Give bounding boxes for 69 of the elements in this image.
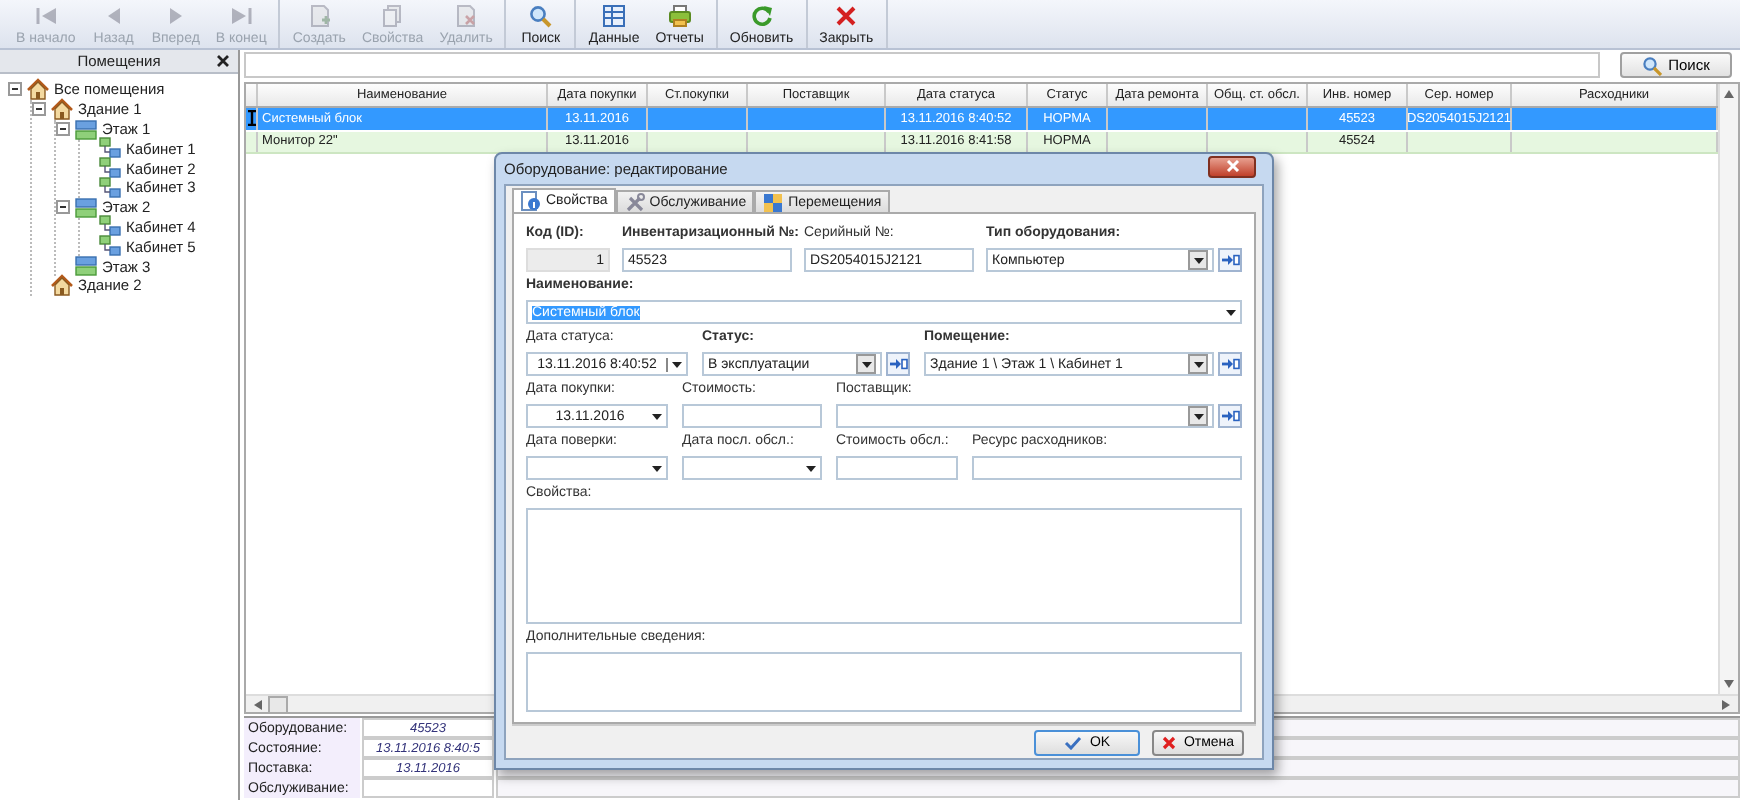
right-arrow-icon: [1722, 699, 1730, 709]
arrow-box-icon: [1221, 410, 1239, 422]
dropdown-button[interactable]: [1188, 406, 1208, 426]
dropdown-button[interactable]: [1188, 250, 1208, 270]
floor-icon: [74, 117, 98, 141]
collapse-icon[interactable]: [56, 200, 70, 215]
search-icon: [1642, 55, 1663, 75]
dropdown-button[interactable]: [1188, 354, 1208, 374]
tools-icon: [623, 191, 646, 213]
date-field[interactable]: [682, 456, 822, 480]
caret-icon: [1193, 361, 1203, 367]
caret-icon: [1226, 309, 1236, 315]
search-icon: [528, 3, 553, 27]
link-button[interactable]: [1218, 404, 1242, 428]
dropdown-button[interactable]: [856, 354, 876, 374]
caret-icon: [806, 465, 816, 471]
link-button[interactable]: [1218, 352, 1242, 376]
close-icon: [834, 3, 859, 27]
input-field[interactable]: [972, 456, 1242, 480]
house-icon: [50, 97, 74, 122]
arrow-box-icon: [1221, 254, 1239, 266]
collapse-icon[interactable]: [56, 121, 70, 136]
close-button[interactable]: [1208, 155, 1256, 177]
network-icon: [98, 156, 122, 181]
scroll-thumb[interactable]: [268, 695, 288, 713]
delete-document-icon: [454, 3, 479, 27]
add-document-icon: [307, 3, 332, 27]
network-icon: [98, 175, 122, 200]
house-icon: [50, 273, 74, 298]
skip-back-icon: [33, 3, 58, 27]
close-icon: [1225, 160, 1239, 172]
check-icon: [1063, 735, 1082, 749]
summary-cell: [362, 778, 494, 798]
network-icon: [98, 214, 122, 239]
network-icon: [98, 234, 122, 259]
input-field[interactable]: [682, 404, 822, 428]
left-arrow-icon: [254, 699, 262, 709]
link-button[interactable]: [1218, 248, 1242, 272]
input-field[interactable]: [836, 456, 958, 480]
table-icon: [602, 3, 627, 27]
documents-icon: [380, 3, 405, 27]
floor-icon: [74, 195, 98, 220]
scrollbar[interactable]: [1718, 84, 1738, 694]
caret-icon: [652, 465, 662, 471]
printer-icon: [667, 3, 692, 27]
skip-forward-icon: [229, 3, 254, 27]
arrow-box-icon: [1221, 358, 1239, 370]
arrow-box-icon: [889, 358, 907, 370]
map-icon: [762, 191, 785, 213]
caret-icon: [1193, 413, 1203, 419]
date-field[interactable]: [526, 456, 668, 480]
caret-icon: [861, 361, 871, 367]
collapse-icon[interactable]: [8, 82, 22, 97]
refresh-icon: [749, 3, 774, 27]
collapse-icon[interactable]: [32, 102, 46, 117]
dropdown-field[interactable]: [836, 404, 1214, 428]
close-icon[interactable]: [216, 54, 230, 68]
house-icon: [26, 77, 50, 102]
caret-icon: [652, 413, 662, 419]
up-arrow-icon: [1724, 90, 1734, 98]
search-field[interactable]: [244, 52, 1600, 78]
link-button[interactable]: [886, 352, 910, 376]
row-pointer-icon: [247, 110, 255, 127]
close-icon: [1161, 735, 1176, 749]
caret-icon: [1193, 257, 1203, 263]
network-icon: [98, 136, 122, 161]
spin-caret-icon: [666, 357, 682, 371]
floor-icon: [74, 254, 98, 279]
down-arrow-icon: [1724, 680, 1734, 688]
